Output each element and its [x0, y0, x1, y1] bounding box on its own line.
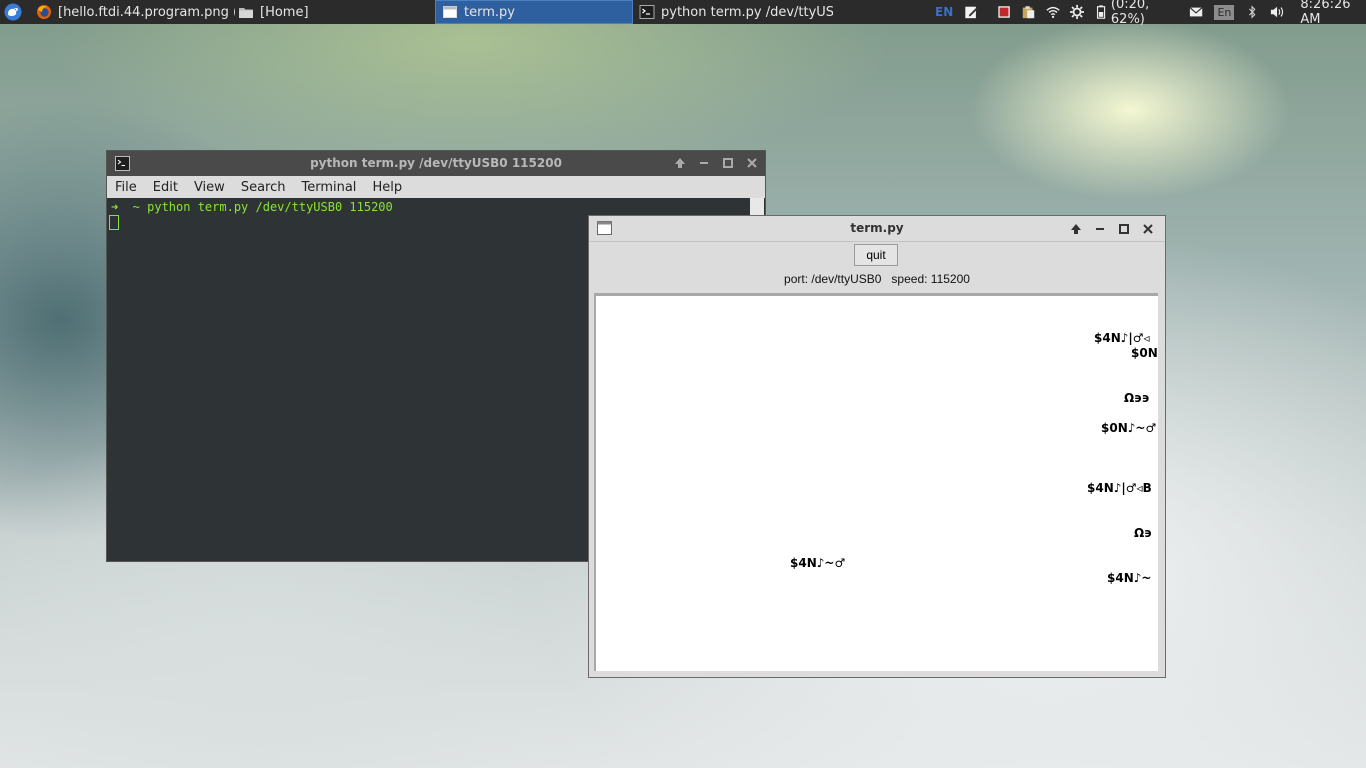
serial-output-text: Ω϶ — [1134, 526, 1152, 540]
task-label: [hello.ftdi.44.program.png (… — [58, 4, 235, 20]
termpy-titlebar[interactable]: term.py — [589, 216, 1165, 242]
serial-output-text: $0N♪~♂ — [1101, 421, 1157, 435]
serial-output-text: $4N♪~♂ — [790, 556, 846, 570]
maximize-icon[interactable] — [721, 156, 735, 170]
firefox-icon — [37, 5, 51, 19]
serial-output-text: $4N♪~ — [1107, 571, 1152, 585]
volume-icon[interactable] — [1270, 4, 1286, 20]
task-label: python term.py /dev/ttyUS… — [661, 4, 833, 20]
brightness-icon[interactable] — [1069, 4, 1084, 20]
terminal-icon — [639, 5, 655, 19]
task-label: term.py — [464, 4, 515, 20]
close-icon[interactable] — [745, 156, 759, 170]
quit-button[interactable]: quit — [854, 244, 898, 266]
terminal-cursor — [109, 215, 119, 230]
termpy-window: term.py quit port: /dev/ttyUSB0 speed: 1… — [589, 216, 1165, 677]
clock[interactable]: 8:26:26 AM — [1300, 0, 1366, 27]
serial-output-text: $0N — [1131, 346, 1158, 360]
system-tray: EN (0:20, 62%) En 8:26:26 AM — [935, 0, 1366, 27]
bluetooth-icon[interactable] — [1245, 4, 1259, 20]
xfce-menu-icon[interactable] — [4, 3, 22, 21]
serial-output-text: Ω϶϶ — [1124, 391, 1150, 405]
menu-view[interactable]: View — [186, 180, 233, 195]
keyboard-layout-indicator[interactable]: EN — [935, 5, 953, 19]
keep-above-icon[interactable] — [673, 156, 687, 170]
top-panel: [hello.ftdi.44.program.png (… [Home] ter… — [0, 0, 1366, 27]
keep-above-icon[interactable] — [1069, 222, 1083, 236]
battery-icon[interactable] — [1094, 4, 1108, 20]
clipboard-icon[interactable] — [1021, 4, 1035, 20]
menu-edit[interactable]: Edit — [145, 180, 186, 195]
window-icon — [443, 6, 457, 18]
task-home[interactable]: [Home] — [232, 0, 432, 24]
minimize-icon[interactable] — [1093, 222, 1107, 236]
task-termpy[interactable]: term.py — [435, 0, 633, 24]
task-label: [Home] — [260, 4, 309, 20]
screenshot-icon[interactable] — [997, 4, 1011, 20]
maximize-icon[interactable] — [1117, 222, 1131, 236]
menu-file[interactable]: File — [107, 180, 145, 195]
notes-icon[interactable] — [964, 4, 978, 20]
menu-terminal[interactable]: Terminal — [293, 180, 364, 195]
serial-output-text: $4N♪|♂◃ — [1094, 331, 1150, 345]
terminal-prompt-line: ➜ ~ python term.py /dev/ttyUSB0 115200 — [111, 200, 393, 214]
port-info-label: port: /dev/ttyUSB0 speed: 115200 — [784, 272, 970, 286]
scrollbar-thumb[interactable] — [750, 198, 764, 215]
task-terminal[interactable]: python term.py /dev/ttyUS… — [633, 0, 833, 24]
wifi-icon[interactable] — [1046, 4, 1060, 20]
serial-output-text: $4N♪|♂◃B — [1087, 481, 1152, 495]
input-method-indicator[interactable]: En — [1214, 4, 1235, 20]
menu-search[interactable]: Search — [233, 180, 294, 195]
mail-icon[interactable] — [1189, 4, 1203, 20]
terminal-titlebar[interactable]: python term.py /dev/ttyUSB0 115200 — [107, 151, 765, 176]
close-icon[interactable] — [1141, 222, 1155, 236]
task-firefox[interactable]: [hello.ftdi.44.program.png (… — [30, 0, 235, 24]
menu-help[interactable]: Help — [364, 180, 410, 195]
battery-status[interactable]: (0:20, 62%) — [1111, 0, 1178, 27]
serial-output-canvas[interactable]: $4N♪|♂◃ $0N Ω϶϶ $0N♪~♂ $4N♪|♂◃B Ω϶ $4N♪~… — [594, 293, 1158, 671]
minimize-icon[interactable] — [697, 156, 711, 170]
terminal-menubar: File Edit View Search Terminal Help — [107, 176, 765, 198]
folder-icon — [239, 8, 253, 18]
